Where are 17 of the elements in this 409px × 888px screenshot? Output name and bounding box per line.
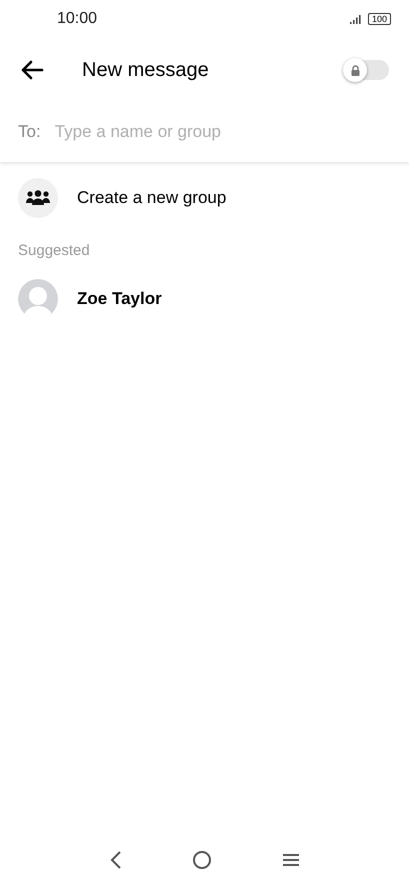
back-nav-icon[interactable] (110, 851, 122, 869)
lock-toggle[interactable] (345, 60, 389, 80)
contact-name[interactable]: Zoe Taylor (77, 289, 162, 309)
menu-icon[interactable] (282, 853, 300, 867)
create-group-item[interactable]: Create a new group (77, 188, 226, 208)
recipient-field[interactable]: Type a name or group (54, 122, 391, 142)
section-heading: Suggested (17, 240, 91, 260)
back-arrow-icon[interactable] (20, 60, 44, 80)
signal-icon (350, 14, 362, 24)
battery-indicator: 100 (368, 13, 391, 25)
status-time: 10:00 (57, 10, 98, 28)
screen-title: New message (82, 58, 210, 82)
lock-icon (350, 64, 360, 76)
home-nav-icon[interactable] (192, 850, 212, 870)
people-icon (26, 190, 50, 206)
to-label: To: (18, 122, 41, 142)
avatar-icon (18, 279, 58, 319)
